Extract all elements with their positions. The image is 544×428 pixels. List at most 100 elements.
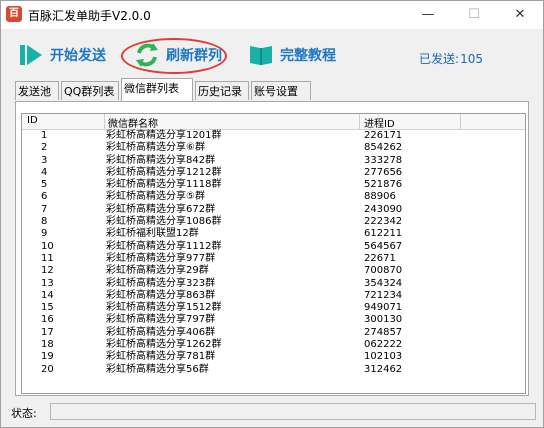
sent-counter: 已发送:105 [418, 50, 483, 67]
row-process-id: 88906 [364, 191, 396, 203]
table-row[interactable]: 10 彩虹桥高精选分享1112群 564567 [22, 241, 525, 253]
row-group-name: 彩虹桥高精选分享863群 [106, 289, 216, 301]
row-id: 17 [41, 326, 54, 338]
row-id: 8 [41, 216, 48, 228]
row-id: 15 [41, 302, 54, 314]
book-icon [250, 46, 272, 65]
table-row[interactable]: 7 彩虹桥高精选分享672群 243090 [22, 204, 525, 216]
title-bar[interactable]: 百 百脉汇发单助手V2.0.0 — ☐ ✕ [1, 1, 543, 29]
row-process-id: 300130 [364, 314, 403, 326]
window-title: 百脉汇发单助手V2.0.0 [28, 9, 151, 23]
row-process-id: 564567 [364, 240, 403, 252]
row-process-id: 226171 [364, 130, 403, 141]
row-process-id: 277656 [364, 166, 403, 178]
table-body: 1 彩虹桥高精选分享1201群 226171 2 彩虹桥高精选分享⑥群 854262 3… [22, 130, 525, 376]
row-group-name: 彩虹桥高精选分享781群 [106, 351, 216, 363]
table-row[interactable]: 5 彩虹桥高精选分享1118群 521876 [22, 179, 525, 191]
row-id: 6 [41, 191, 48, 203]
row-id: 20 [41, 363, 54, 375]
column-divider [359, 114, 360, 129]
table-row[interactable]: 11 彩虹桥高精选分享977群 22671 [22, 253, 525, 265]
table-row[interactable]: 9 彩虹桥福利联盟12群 612211 [22, 228, 525, 240]
row-process-id: 243090 [364, 203, 403, 215]
refresh-icon [136, 43, 158, 67]
minimize-button[interactable]: — [405, 1, 451, 29]
column-divider [460, 114, 461, 129]
close-button[interactable]: ✕ [497, 1, 543, 29]
maximize-button[interactable]: ☐ [451, 1, 497, 29]
column-process-id[interactable]: 进程ID [364, 115, 395, 130]
row-process-id: 521876 [364, 179, 403, 191]
row-id: 18 [41, 339, 54, 351]
row-group-name: 彩虹桥高精选分享672群 [106, 203, 216, 215]
table-row[interactable]: 8 彩虹桥高精选分享1086群 222342 [22, 216, 525, 228]
table-row[interactable]: 17 彩虹桥高精选分享406群 274857 [22, 327, 525, 339]
row-id: 13 [41, 277, 54, 289]
status-label: 状态: [11, 407, 37, 420]
column-id[interactable]: ID [27, 115, 38, 126]
row-group-name: 彩虹桥高精选分享1086群 [106, 216, 222, 228]
row-id: 1 [41, 130, 48, 141]
row-group-name: 彩虹桥高精选分享323群 [106, 277, 216, 289]
tab-account-settings[interactable]: 账号设置 [251, 81, 311, 100]
row-process-id: 721234 [364, 289, 403, 301]
row-id: 10 [41, 240, 54, 252]
tab-send-pool[interactable]: 发送池 [15, 81, 59, 100]
status-field [50, 403, 536, 420]
table-row[interactable]: 6 彩虹桥高精选分享⑤群 88906 [22, 191, 525, 203]
wechat-group-table[interactable]: ID 微信群名称 进程ID 1 彩虹桥高精选分享1201群 226171 2 彩虹桥高… [21, 113, 526, 394]
tab-wechat-groups[interactable]: 微信群列表 [121, 78, 193, 101]
table-row[interactable]: 20 彩虹桥高精选分享56群 312462 [22, 364, 525, 376]
table-row[interactable]: 13 彩虹桥高精选分享323群 354324 [22, 278, 525, 290]
row-id: 19 [41, 351, 54, 363]
sent-count: 105 [460, 52, 483, 66]
table-header: ID 微信群名称 进程ID [22, 114, 525, 130]
row-process-id: 354324 [364, 277, 403, 289]
row-group-name: 彩虹桥高精选分享1512群 [106, 302, 222, 314]
row-group-name: 彩虹桥高精选分享842群 [106, 154, 216, 166]
row-process-id: 102103 [364, 351, 403, 363]
table-row[interactable]: 12 彩虹桥高精选分享29群 700870 [22, 265, 525, 277]
row-group-name: 彩虹桥高精选分享977群 [106, 252, 216, 264]
start-send-label: 开始发送 [50, 48, 106, 64]
table-row[interactable]: 18 彩虹桥高精选分享1262群 062222 [22, 339, 525, 351]
row-id: 5 [41, 179, 48, 191]
play-icon [20, 45, 42, 65]
tab-history[interactable]: 历史记录 [195, 81, 249, 100]
row-group-name: 彩虹桥高精选分享406群 [106, 326, 216, 338]
status-bar: 状态: [5, 403, 536, 421]
row-process-id: 949071 [364, 302, 403, 314]
refresh-groups-label: 刷新群列 [166, 48, 222, 64]
tab-qq-groups[interactable]: QQ群列表 [61, 81, 119, 100]
row-id: 4 [41, 166, 48, 178]
toolbar: 开始发送 刷新群列 完整教程 已发送:105 [1, 29, 543, 81]
table-row[interactable]: 15 彩虹桥高精选分享1512群 949071 [22, 302, 525, 314]
table-row[interactable]: 2 彩虹桥高精选分享⑥群 854262 [22, 142, 525, 154]
row-id: 2 [41, 142, 48, 154]
row-process-id: 22671 [364, 252, 396, 264]
row-group-name: 彩虹桥高精选分享⑥群 [106, 142, 205, 154]
tutorial-label: 完整教程 [280, 48, 336, 64]
column-divider [104, 114, 105, 129]
tutorial-button[interactable]: 完整教程 [247, 41, 336, 69]
table-row[interactable]: 3 彩虹桥高精选分享842群 333278 [22, 155, 525, 167]
row-group-name: 彩虹桥高精选分享1212群 [106, 166, 222, 178]
column-group-name[interactable]: 微信群名称 [108, 115, 158, 130]
row-group-name: 彩虹桥高精选分享1262群 [106, 339, 222, 351]
row-process-id: 222342 [364, 216, 403, 228]
row-id: 9 [41, 228, 48, 240]
row-group-name: 彩虹桥福利联盟12群 [106, 228, 199, 240]
row-process-id: 333278 [364, 154, 403, 166]
refresh-groups-button[interactable]: 刷新群列 [133, 41, 222, 69]
row-id: 7 [41, 203, 48, 215]
table-row[interactable]: 14 彩虹桥高精选分享863群 721234 [22, 290, 525, 302]
row-group-name: 彩虹桥高精选分享29群 [106, 265, 209, 277]
table-row[interactable]: 16 彩虹桥高精选分享797群 300130 [22, 314, 525, 326]
row-group-name: 彩虹桥高精选分享56群 [106, 363, 209, 375]
row-process-id: 274857 [364, 326, 403, 338]
table-row[interactable]: 4 彩虹桥高精选分享1212群 277656 [22, 167, 525, 179]
start-send-button[interactable]: 开始发送 [17, 41, 106, 69]
row-group-name: 彩虹桥高精选分享⑤群 [106, 191, 205, 203]
table-row[interactable]: 1 彩虹桥高精选分享1201群 226171 [22, 130, 525, 142]
table-row[interactable]: 19 彩虹桥高精选分享781群 102103 [22, 351, 525, 363]
